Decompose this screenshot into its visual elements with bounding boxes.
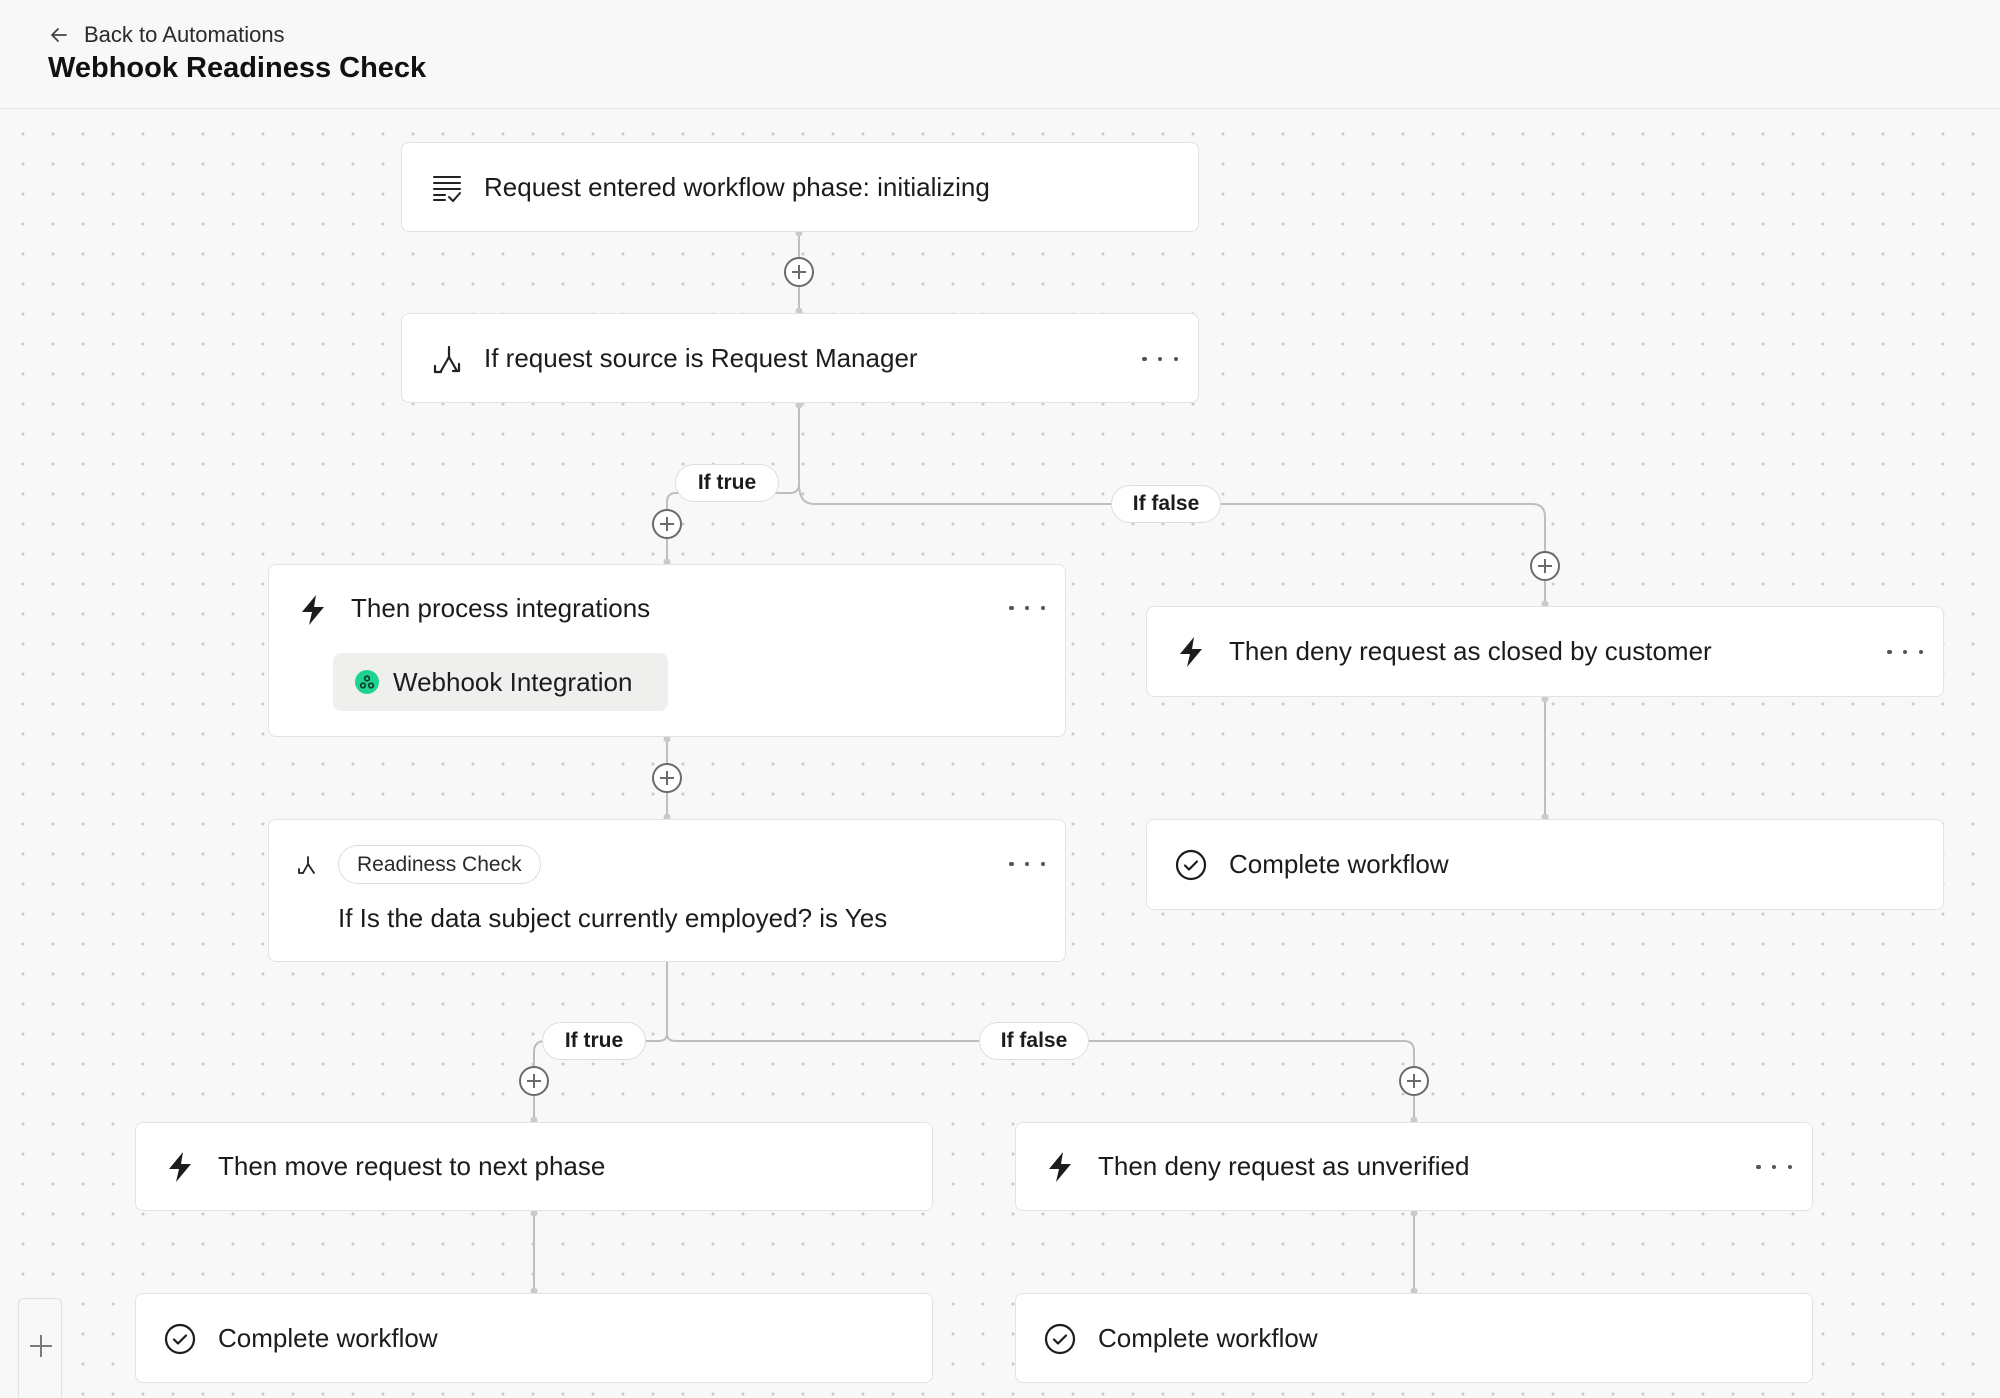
lightning-icon [1049, 1152, 1071, 1182]
branch-icon [433, 345, 461, 374]
add-step-button[interactable] [519, 1066, 549, 1096]
more-options-icon[interactable] [1887, 642, 1923, 662]
trigger-node[interactable]: Request entered workflow phase: initiali… [401, 142, 1199, 232]
branch-icon [298, 856, 315, 874]
condition-label: If request source is Request Manager [484, 343, 918, 373]
action-label: Then process integrations [351, 593, 651, 623]
action-node-deny-closed[interactable]: Then deny request as closed by customer [1146, 606, 1944, 697]
complete-label: Complete workflow [218, 1323, 438, 1353]
webhook-integration-chip[interactable]: Webhook Integration [333, 653, 668, 711]
complete-workflow-node[interactable]: Complete workflow [1146, 819, 1944, 910]
more-options-icon[interactable] [1009, 598, 1045, 618]
complete-label: Complete workflow [1098, 1323, 1318, 1353]
condition-node-request-source[interactable]: If request source is Request Manager [401, 313, 1199, 403]
page-title: Webhook Readiness Check [48, 52, 427, 84]
complete-label: Complete workflow [1229, 849, 1449, 879]
readiness-check-badge: Readiness Check [338, 845, 541, 884]
branch-label-if-false: If false [1111, 485, 1221, 523]
add-step-button[interactable] [1530, 551, 1560, 581]
action-label: Then deny request as unverified [1098, 1151, 1470, 1181]
list-check-icon [433, 176, 461, 203]
more-options-icon[interactable] [1009, 854, 1045, 874]
action-label: Then move request to next phase [218, 1151, 606, 1181]
action-node-deny-unverified[interactable]: Then deny request as unverified [1015, 1122, 1813, 1211]
zoom-controls [18, 1298, 62, 1398]
check-circle-icon [1175, 849, 1207, 881]
lightning-icon [169, 1152, 191, 1182]
action-node-process-integrations[interactable]: Then process integrations Webhook Integr… [268, 564, 1066, 737]
add-step-button[interactable] [1399, 1066, 1429, 1096]
more-options-icon[interactable] [1142, 349, 1178, 369]
workflow-canvas[interactable]: Request entered workflow phase: initiali… [0, 109, 2000, 1398]
condition-label: If Is the data subject currently employe… [338, 903, 888, 933]
action-label: Then deny request as closed by customer [1229, 636, 1712, 666]
branch-label-if-false: If false [979, 1022, 1089, 1060]
back-to-automations-link[interactable]: Back to Automations [48, 20, 285, 50]
lightning-icon [1180, 637, 1202, 667]
webhook-icon [355, 670, 379, 694]
arrow-left-icon [51, 28, 67, 42]
trigger-label: Request entered workflow phase: initiali… [484, 172, 990, 202]
complete-workflow-node[interactable]: Complete workflow [1015, 1293, 1813, 1383]
lightning-icon [302, 595, 324, 625]
back-link-label: Back to Automations [84, 22, 285, 47]
check-circle-icon [1044, 1323, 1076, 1355]
integration-label: Webhook Integration [393, 666, 633, 697]
more-options-icon[interactable] [1756, 1157, 1792, 1177]
add-step-button[interactable] [652, 763, 682, 793]
branch-label-if-true: If true [542, 1022, 646, 1060]
complete-workflow-node[interactable]: Complete workflow [135, 1293, 933, 1383]
add-step-button[interactable] [652, 509, 682, 539]
add-step-button[interactable] [784, 257, 814, 287]
condition-node-readiness-check[interactable]: Readiness Check If Is the data subject c… [268, 819, 1066, 962]
branch-label-if-true: If true [675, 464, 779, 502]
page-header: Back to Automations Webhook Readiness Ch… [0, 0, 2000, 109]
check-circle-icon [164, 1323, 196, 1355]
action-node-move-next-phase[interactable]: Then move request to next phase [135, 1122, 933, 1211]
zoom-in-icon[interactable] [28, 1333, 54, 1359]
